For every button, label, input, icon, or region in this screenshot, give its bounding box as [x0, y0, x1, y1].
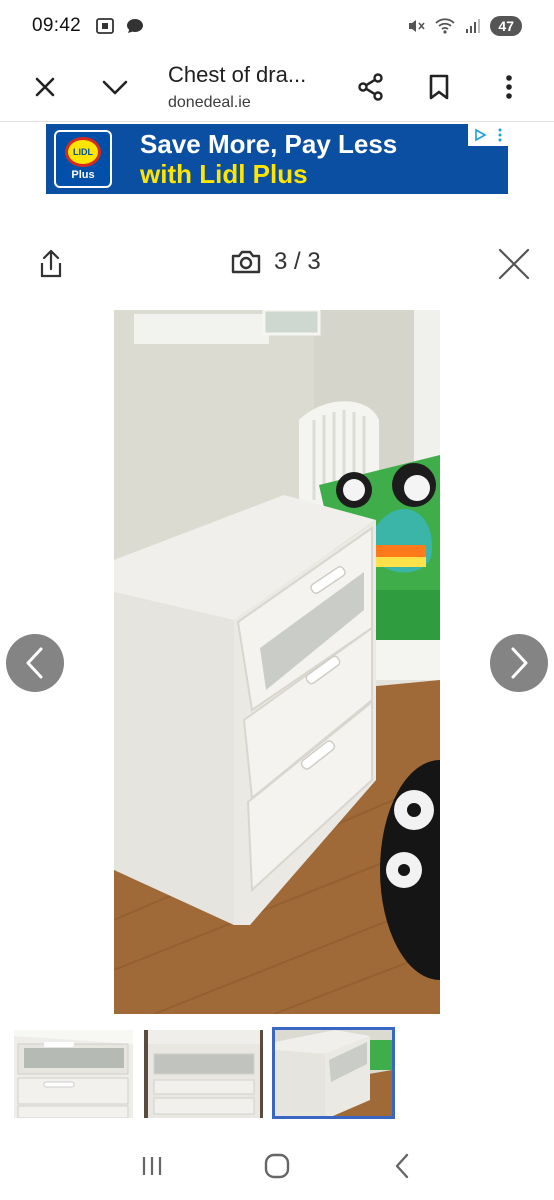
thumbnail-image: [14, 1030, 133, 1118]
share-image-button[interactable]: [36, 248, 66, 285]
page: 09:42 47 Chest of dra... donedeal.ie LID…: [0, 0, 554, 1200]
chat-icon: [127, 19, 144, 33]
chevron-right-icon: [511, 647, 528, 679]
home-icon: [264, 1153, 290, 1179]
recent-apps-icon: [143, 1157, 162, 1175]
status-time: 09:42: [32, 15, 82, 36]
bookmark-button[interactable]: [416, 64, 462, 110]
upload-share-icon: [40, 249, 62, 278]
thumbnail-1[interactable]: [14, 1030, 133, 1118]
back-icon: [395, 1153, 408, 1179]
bookmark-icon: [429, 74, 449, 99]
status-notification-icons: [95, 16, 145, 36]
browser-toolbar: Chest of dra... donedeal.ie: [0, 52, 554, 122]
thumbnail-2[interactable]: [144, 1030, 263, 1118]
more-options-button[interactable]: [486, 64, 532, 110]
ad-banner[interactable]: LIDL Plus Save More, Pay Less with Lidl …: [46, 124, 508, 194]
close-viewer-button[interactable]: [496, 246, 532, 287]
thumbnail-3-selected[interactable]: [272, 1027, 395, 1119]
image-counter: 3 / 3: [230, 248, 321, 276]
page-title-block: Chest of dra... donedeal.ie: [138, 62, 348, 112]
lidl-plus-logo: LIDL Plus: [54, 130, 112, 188]
signal-icon: [466, 19, 481, 33]
lidl-logo-circle: LIDL: [65, 137, 101, 167]
ad-text: Save More, Pay Less with Lidl Plus: [140, 129, 397, 189]
ad-menu-icon: [498, 128, 502, 142]
previous-image-button[interactable]: [6, 634, 64, 692]
home-button[interactable]: [252, 1141, 302, 1191]
chevron-left-icon: [26, 647, 43, 679]
page-domain: donedeal.ie: [168, 93, 251, 111]
mute-icon: [409, 20, 426, 32]
ad-subheadline: with Lidl Plus: [140, 159, 308, 189]
lidl-logo-sub: Plus: [71, 169, 95, 181]
share-icon: [358, 72, 383, 101]
close-tab-button[interactable]: [22, 64, 68, 110]
more-vert-icon: [506, 74, 512, 99]
wifi-icon: [435, 18, 456, 34]
recent-apps-button[interactable]: [127, 1141, 177, 1191]
thumbnail-image: [275, 1030, 392, 1116]
page-title: Chest of dra...: [168, 61, 307, 87]
battery-indicator: 47: [490, 16, 522, 36]
status-bar: 09:42 47: [0, 0, 554, 52]
main-photo[interactable]: [114, 310, 440, 1014]
adchoices-icon: [475, 128, 487, 142]
status-right: 47: [406, 16, 522, 36]
camera-icon: [231, 250, 261, 274]
ad-choices[interactable]: [468, 124, 508, 146]
back-button[interactable]: [377, 1141, 427, 1191]
close-icon: [35, 77, 55, 96]
image-viewer-header: 3 / 3: [0, 236, 554, 292]
system-nav-bar: [0, 1132, 554, 1200]
next-image-button[interactable]: [490, 634, 548, 692]
close-icon: [498, 248, 530, 280]
image-counter-text: 3 / 3: [274, 248, 321, 275]
ad-headline: Save More, Pay Less: [140, 129, 398, 159]
minimize-button[interactable]: [92, 64, 138, 110]
chest-of-drawers-photo: [114, 310, 440, 1014]
share-page-button[interactable]: [348, 64, 394, 110]
screenshot-icon: [96, 18, 114, 34]
chevron-down-icon: [102, 80, 128, 94]
thumbnail-image: [144, 1030, 263, 1118]
